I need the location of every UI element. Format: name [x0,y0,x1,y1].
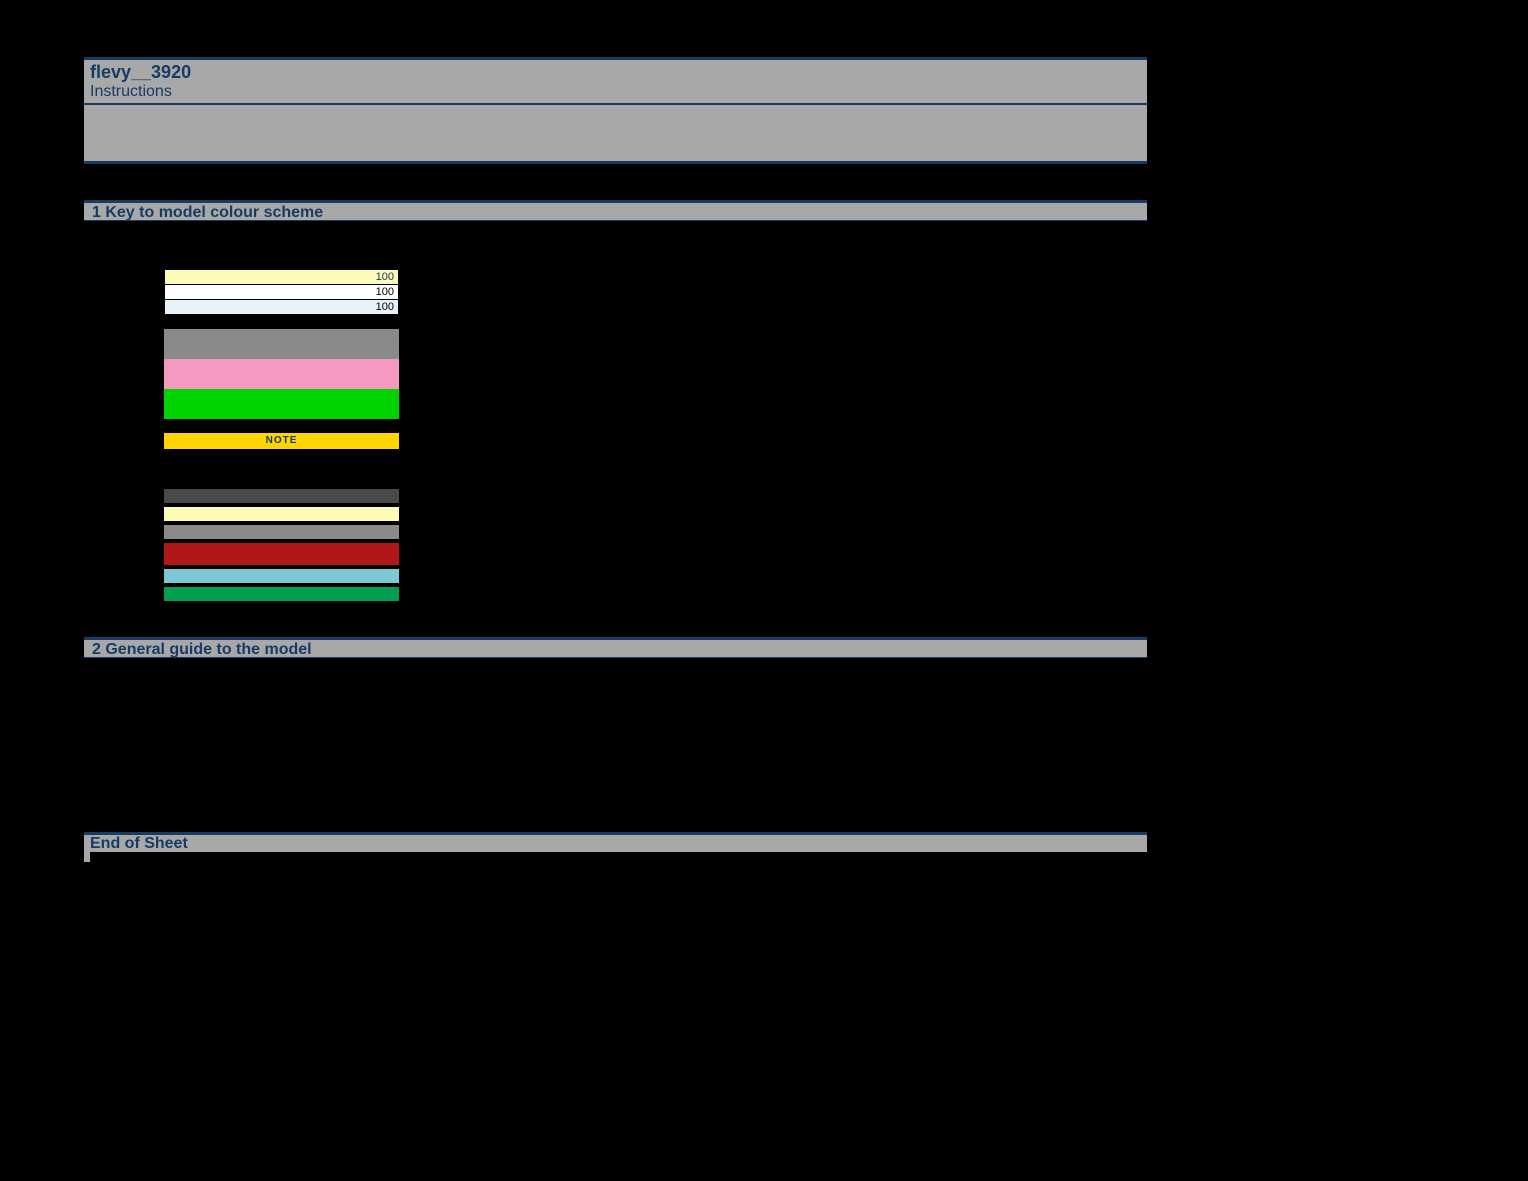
note-bar: NOTE [164,433,399,449]
header-spacer [84,105,1147,161]
big-swatch-stack [164,329,399,419]
header-block: flevy__3920 Instructions [84,57,1147,164]
swatch-value: 100 [376,271,394,283]
bar-grey [164,525,399,539]
end-label: End of Sheet [84,832,1147,852]
bar-yellow [164,507,399,521]
swatch-value: 100 [376,301,394,313]
bar-stack [164,489,399,601]
end-marker [84,852,90,862]
bar-green [164,587,399,601]
swatch-pink [164,359,399,389]
swatch-row: 100 [164,299,399,315]
section-1-heading: 1 Key to model colour scheme [84,200,1147,221]
sheet: flevy__3920 Instructions 1 Key to model … [84,57,1147,862]
bar-darkgrey [164,489,399,503]
bar-lightblue [164,569,399,583]
page-subtitle: Instructions [84,83,1147,105]
swatch-row: 100 [164,284,399,300]
page-title: flevy__3920 [84,60,1147,83]
gap [84,164,1147,200]
bar-red [164,543,399,565]
swatch-grey [164,329,399,359]
note-bar-wrap: NOTE [164,433,399,449]
swatch-green [164,389,399,419]
end-of-sheet: End of Sheet [84,832,1147,862]
section-2-heading: 2 General guide to the model [84,637,1147,658]
swatch-row: 100 [164,269,399,285]
colour-key: 100 100 100 NOTE [164,269,399,601]
swatch-value: 100 [376,286,394,298]
